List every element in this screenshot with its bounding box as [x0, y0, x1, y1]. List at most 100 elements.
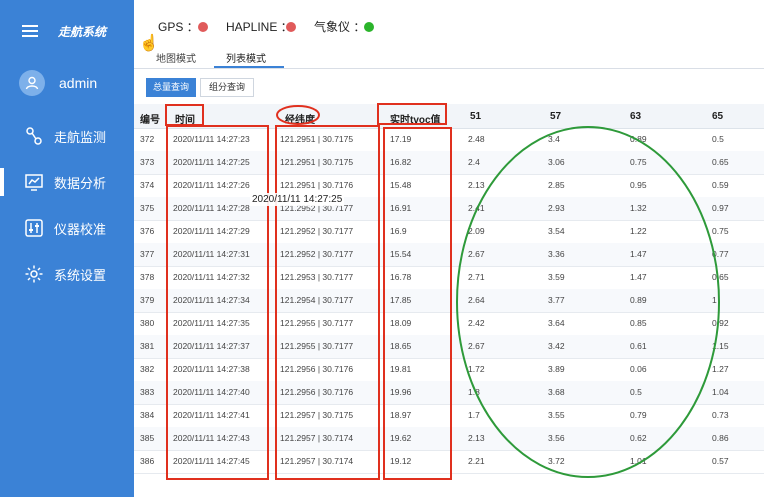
table-cell: 0.95 — [630, 180, 647, 190]
sidebar-item-settings[interactable]: 系统设置 — [0, 251, 134, 297]
table-cell: 2020/11/11 14:27:35 — [173, 318, 250, 328]
table-cell: 0.97 — [712, 203, 729, 213]
table-cell: 2020/11/11 14:27:38 — [173, 364, 250, 374]
table-cell: 18.97 — [390, 410, 412, 420]
table-row[interactable]: 383 2020/11/11 14:27:40 121.2956 | 30.7176… — [134, 381, 764, 405]
table-cell: 121.2955 | 30.7177 — [280, 318, 354, 328]
tab-map-mode[interactable]: 地图模式 — [156, 50, 196, 65]
tab-list-mode[interactable]: 列表模式 — [226, 50, 266, 65]
table-cell: 0.89 — [630, 134, 647, 144]
total-query-button[interactable]: 总量查询 — [146, 78, 196, 97]
table-cell: 1 — [712, 295, 717, 305]
table-cell: 15.48 — [390, 180, 412, 190]
table-cell: 375 — [140, 203, 155, 213]
table-cell: 17.85 — [390, 295, 412, 305]
table-cell: 2.13 — [468, 433, 485, 443]
table-cell: 378 — [140, 272, 155, 282]
table-cell: 0.06 — [630, 364, 647, 374]
table-cell: 19.96 — [390, 387, 412, 397]
table-cell: 0.59 — [712, 180, 729, 190]
table-cell: 382 — [140, 364, 155, 374]
table-cell: 2020/11/11 14:27:29 — [173, 226, 250, 236]
header-time[interactable]: 时间 — [175, 111, 195, 126]
table-cell: 2.13 — [468, 180, 485, 190]
menu-icon[interactable] — [22, 25, 38, 37]
table-cell: 373 — [140, 157, 155, 167]
table-row[interactable]: 379 2020/11/11 14:27:34 121.2954 | 30.7177… — [134, 289, 764, 313]
table-cell: 121.2956 | 30.7176 — [280, 364, 354, 374]
table-cell: 2020/11/11 14:27:41 — [173, 410, 250, 420]
table-cell: 2020/11/11 14:27:45 — [173, 456, 250, 466]
sidebar-item-calibration[interactable]: 仪器校准 — [0, 205, 134, 251]
chart-icon — [24, 172, 44, 192]
gps-label: GPS ： — [158, 20, 199, 34]
table-cell: 121.2957 | 30.7175 — [280, 410, 354, 420]
table-cell: 2020/11/11 14:27:23 — [173, 134, 250, 144]
table-cell: 121.2951 | 30.7176 — [280, 180, 354, 190]
gear-icon — [24, 264, 44, 284]
table-row[interactable]: 385 2020/11/11 14:27:43 121.2957 | 30.7174… — [134, 427, 764, 451]
table-row[interactable]: 384 2020/11/11 14:27:41 121.2957 | 30.7175… — [134, 404, 764, 428]
table-cell: 18.65 — [390, 341, 412, 351]
header-id[interactable]: 编号 — [140, 111, 160, 126]
table-cell: 19.12 — [390, 456, 412, 466]
main-panel: GPS ： HAPLINE ： 气象仪 ： 地图模式 列表模式 总量查询 组分查… — [134, 0, 764, 497]
table-cell: 16.82 — [390, 157, 412, 167]
table-cell: 3.68 — [548, 387, 565, 397]
table-cell: 379 — [140, 295, 155, 305]
table-row[interactable]: 380 2020/11/11 14:27:35 121.2955 | 30.7177… — [134, 312, 764, 336]
header-65[interactable]: 65 — [712, 111, 723, 122]
table-row[interactable]: 374 2020/11/11 14:27:26 121.2951 | 30.7176… — [134, 174, 764, 198]
table-cell: 3.55 — [548, 410, 565, 420]
table-cell: 3.54 — [548, 226, 565, 236]
table-cell: 121.2952 | 30.7177 — [280, 226, 354, 236]
table-cell: 121.2954 | 30.7177 — [280, 295, 354, 305]
header-lnglat[interactable]: 经纬度 — [285, 111, 315, 126]
header-51[interactable]: 51 — [470, 111, 481, 122]
sidebar-item-analysis[interactable]: 数据分析 — [0, 159, 134, 205]
table-cell: 3.4 — [548, 134, 560, 144]
sliders-icon — [24, 218, 44, 238]
sidebar-item-label: 系统设置 — [54, 267, 107, 283]
sidebar-item-monitor[interactable]: 走航监测 — [0, 113, 134, 159]
table-row[interactable]: 381 2020/11/11 14:27:37 121.2955 | 30.7177… — [134, 335, 764, 359]
group-query-button[interactable]: 组分查询 — [200, 78, 254, 97]
header-63[interactable]: 63 — [630, 111, 641, 122]
table-row[interactable]: 378 2020/11/11 14:27:32 121.2953 | 30.7177… — [134, 266, 764, 290]
table-row[interactable]: 382 2020/11/11 14:27:38 121.2956 | 30.7176… — [134, 358, 764, 382]
table-row[interactable]: 386 2020/11/11 14:27:45 121.2957 | 30.7174… — [134, 450, 764, 474]
table-cell: 1.72 — [468, 364, 485, 374]
table-cell: 376 — [140, 226, 155, 236]
table-cell: 2.41 — [468, 203, 485, 213]
user-profile[interactable]: admin — [0, 62, 134, 104]
sidebar-item-label: 数据分析 — [54, 175, 107, 191]
table-cell: 17.19 — [390, 134, 412, 144]
hapline-label: HAPLINE ： — [226, 20, 293, 34]
table-row[interactable]: 373 2020/11/11 14:27:25 121.2951 | 30.7175… — [134, 151, 764, 175]
table-cell: 121.2953 | 30.7177 — [280, 272, 354, 282]
hapline-status-dot — [286, 22, 296, 32]
table-cell: 1.27 — [712, 364, 729, 374]
table-cell: 3.72 — [548, 456, 565, 466]
table-cell: 2.09 — [468, 226, 485, 236]
weather-status-dot — [364, 22, 374, 32]
table-cell: 0.65 — [712, 272, 729, 282]
table-cell: 1.22 — [630, 226, 647, 236]
table-row[interactable]: 377 2020/11/11 14:27:31 121.2952 | 30.7177… — [134, 243, 764, 267]
header-tvoc[interactable]: 实时tvoc值 — [390, 111, 441, 126]
table-cell: 1.47 — [630, 272, 647, 282]
table-cell: 3.59 — [548, 272, 565, 282]
table-cell: 3.89 — [548, 364, 565, 374]
table-cell: 372 — [140, 134, 155, 144]
header-57[interactable]: 57 — [550, 111, 561, 122]
table-cell: 3.64 — [548, 318, 565, 328]
table-cell: 2.21 — [468, 456, 485, 466]
table-row[interactable]: 372 2020/11/11 14:27:23 121.2951 | 30.7175… — [134, 128, 764, 152]
table-row[interactable]: 376 2020/11/11 14:27:29 121.2952 | 30.7177… — [134, 220, 764, 244]
table-row[interactable]: 375 2020/11/11 14:27:28 121.2952 | 30.7177… — [134, 197, 764, 221]
table-cell: 18.09 — [390, 318, 412, 328]
table-cell: 19.81 — [390, 364, 412, 374]
active-tab-indicator — [214, 66, 284, 68]
table-cell: 0.75 — [712, 226, 729, 236]
table-cell: 0.79 — [630, 410, 647, 420]
